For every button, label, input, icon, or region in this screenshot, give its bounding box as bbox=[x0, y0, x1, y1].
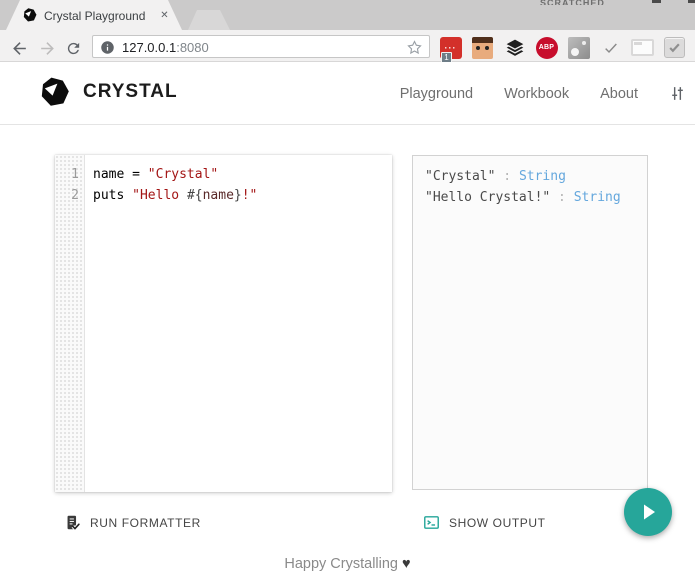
code-area[interactable]: name = "Crystal" puts "Hello #{name}!" bbox=[85, 155, 392, 492]
nav-playground[interactable]: Playground bbox=[400, 86, 473, 102]
code-line-2: puts "Hello #{name}!" bbox=[93, 185, 386, 206]
page-info-icon[interactable] bbox=[100, 40, 115, 60]
run-formatter-button[interactable]: RUN FORMATTER bbox=[64, 514, 201, 531]
back-button[interactable] bbox=[8, 37, 30, 59]
crystal-logo-icon bbox=[40, 77, 70, 107]
clipped-background-text: SCRATCHED bbox=[540, 0, 670, 5]
footer: Happy Crystalling ♥ bbox=[0, 556, 695, 572]
url-host: 127.0.0.1 bbox=[122, 40, 176, 55]
address-bar[interactable]: 127.0.0.1:8080 bbox=[92, 35, 430, 58]
main-nav: Playground Workbook About bbox=[400, 62, 686, 125]
browser-window: SCRATCHED Crystal Playground ✕ 127.0.0.1… bbox=[0, 0, 695, 583]
adblock-plus-extension-icon[interactable]: ABP bbox=[535, 36, 558, 59]
photo-extension-icon[interactable] bbox=[567, 36, 590, 59]
checkbox-extension-icon[interactable] bbox=[663, 36, 686, 59]
nav-workbook[interactable]: Workbook bbox=[504, 86, 569, 102]
run-play-button[interactable] bbox=[624, 488, 672, 536]
line-number: 1 bbox=[55, 164, 84, 185]
crystal-logo[interactable]: CRYSTAL bbox=[40, 77, 178, 107]
nav-about[interactable]: About bbox=[600, 86, 638, 102]
terminal-icon bbox=[423, 514, 440, 531]
extension-icons: ··· 1 ABP bbox=[439, 36, 686, 59]
bookmark-star-icon[interactable] bbox=[406, 39, 423, 61]
checkmark-extension-icon[interactable] bbox=[599, 36, 622, 59]
reload-button[interactable] bbox=[62, 37, 84, 59]
run-formatter-label: RUN FORMATTER bbox=[90, 516, 201, 530]
tune-settings-icon[interactable] bbox=[669, 85, 686, 102]
avatar-extension-icon[interactable] bbox=[471, 36, 494, 59]
line-number-gutter: 1 2 bbox=[55, 155, 85, 492]
output-panel: "Crystal" : String "Hello Crystal!" : St… bbox=[412, 155, 648, 490]
heart-icon[interactable]: ♥ bbox=[402, 556, 411, 572]
clipped-window-control bbox=[652, 0, 661, 3]
password-manager-extension-icon[interactable]: ··· 1 bbox=[439, 36, 462, 59]
tab-strip: SCRATCHED Crystal Playground ✕ bbox=[0, 0, 695, 30]
show-output-button[interactable]: SHOW OUTPUT bbox=[423, 514, 546, 531]
show-output-label: SHOW OUTPUT bbox=[449, 516, 546, 530]
code-editor[interactable]: 1 2 name = "Crystal" puts "Hello #{name}… bbox=[55, 155, 392, 492]
browser-tab[interactable]: Crystal Playground ✕ bbox=[6, 0, 182, 30]
crystal-favicon-icon bbox=[23, 8, 37, 27]
site-header: CRYSTAL Playground Workbook About bbox=[0, 62, 695, 125]
footer-text: Happy Crystalling bbox=[284, 556, 402, 572]
brand-name: CRYSTAL bbox=[83, 81, 178, 103]
window-layout-extension-icon[interactable] bbox=[631, 36, 654, 59]
output-line: "Crystal" : String bbox=[425, 166, 635, 187]
line-number: 2 bbox=[55, 185, 84, 206]
formatter-icon bbox=[64, 514, 81, 531]
output-line: "Hello Crystal!" : String bbox=[425, 187, 635, 208]
new-tab-button[interactable] bbox=[188, 10, 230, 30]
tab-title: Crystal Playground bbox=[44, 9, 145, 23]
clipped-window-control bbox=[688, 0, 695, 3]
play-icon bbox=[636, 500, 660, 524]
layers-extension-icon[interactable] bbox=[503, 36, 526, 59]
forward-button[interactable] bbox=[36, 37, 58, 59]
tab-close-icon[interactable]: ✕ bbox=[157, 8, 172, 23]
code-line-1: name = "Crystal" bbox=[93, 164, 386, 185]
url-port: :8080 bbox=[176, 40, 209, 55]
url-text: 127.0.0.1:8080 bbox=[122, 40, 209, 55]
